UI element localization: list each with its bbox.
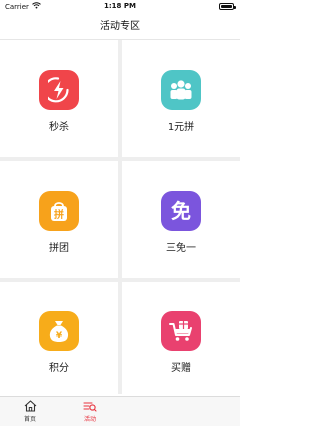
activity-label: 1元拼 [167,122,195,133]
activity-icon [83,400,97,412]
lightning-icon [39,70,79,110]
money-bag-icon: ¥ [39,310,79,351]
activity-three-free-one[interactable]: 免 三免一 [122,161,240,278]
battery-icon [219,3,236,10]
activity-label: 积分 [49,362,69,374]
activity-label: 拼团 [49,243,69,254]
tab-label: 首页 [23,416,36,423]
group-people-icon [161,70,201,110]
tab-label: 活动 [83,416,96,423]
free-icon: 免 [161,191,201,231]
activity-group-buy[interactable]: 拼 拼团 [0,161,118,278]
activity-label: 秒杀 [49,122,69,133]
activity-seckill[interactable]: 秒杀 [0,40,118,157]
free-glyph: 免 [171,199,191,223]
cart-gift-icon [161,310,201,351]
status-bar: Carrier 1:18 PM [0,0,240,14]
tab-activity[interactable]: 活动 [60,397,120,426]
page-title: 活动专区 [100,21,140,32]
bag-glyph: 拼 [54,208,64,221]
activity-label: 买赠 [171,362,191,374]
tab-home[interactable]: 首页 [0,397,60,426]
home-icon [24,400,37,412]
activity-label: 三免一 [166,243,196,254]
status-time: 1:18 PM [104,2,136,10]
activity-grid: 秒杀 1元拼 拼 拼团 免 三免一 ¥ 积分 买赠 [0,40,240,396]
shopping-bag-icon: 拼 [39,191,79,231]
activity-points[interactable]: ¥ 积分 [0,282,118,396]
nav-bar: 活动专区 [0,14,240,40]
yuan-glyph: ¥ [56,331,63,341]
activity-one-yuan[interactable]: 1元拼 [122,40,240,157]
tab-bar: 首页 活动 [0,396,240,426]
activity-buy-gift[interactable]: 买赠 [122,282,240,396]
